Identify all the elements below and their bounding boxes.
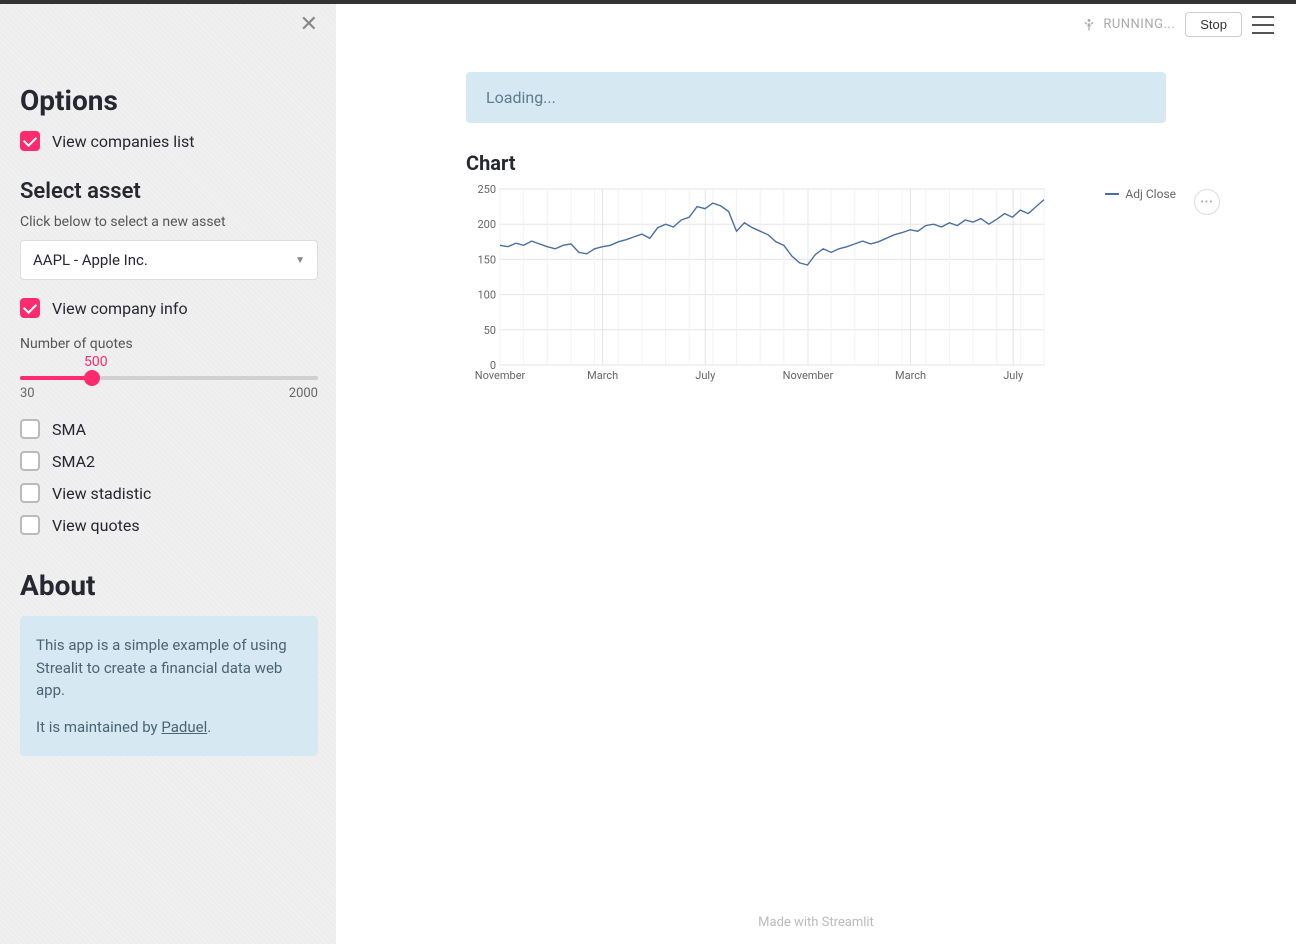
view-stadistic-checkbox[interactable]: View stadistic bbox=[20, 483, 318, 503]
checkbox-label: SMA bbox=[52, 420, 86, 439]
svg-text:150: 150 bbox=[477, 253, 496, 266]
checkbox-label: View company info bbox=[52, 299, 188, 318]
svg-text:July: July bbox=[695, 369, 716, 382]
price-chart: 050100150200250NovemberMarchJulyNovember… bbox=[466, 185, 1046, 385]
asset-select[interactable]: AAPL - Apple Inc. ▼ bbox=[20, 240, 318, 280]
quotes-slider[interactable] bbox=[20, 376, 318, 380]
slider-thumb[interactable] bbox=[84, 370, 100, 386]
view-company-info-checkbox[interactable]: View company info bbox=[20, 298, 318, 318]
chevron-down-icon: ▼ bbox=[295, 255, 305, 266]
checkbox-icon bbox=[20, 298, 40, 318]
svg-text:250: 250 bbox=[477, 185, 496, 196]
svg-text:100: 100 bbox=[477, 289, 496, 302]
running-label: RUNNING... bbox=[1103, 17, 1175, 32]
slider-fill bbox=[20, 376, 92, 380]
hamburger-menu-icon[interactable] bbox=[1252, 16, 1274, 34]
svg-text:November: November bbox=[783, 369, 834, 382]
running-status: RUNNING... bbox=[1081, 17, 1175, 33]
running-icon bbox=[1081, 17, 1097, 33]
checkbox-icon bbox=[20, 451, 40, 471]
checkbox-icon bbox=[20, 419, 40, 439]
svg-text:July: July bbox=[1003, 369, 1024, 382]
checkbox-label: View quotes bbox=[52, 516, 140, 535]
main-content: RUNNING... Stop Loading... Chart 0501001… bbox=[336, 4, 1296, 944]
slider-range: 30 2000 bbox=[20, 386, 318, 401]
slider-min: 30 bbox=[20, 386, 35, 401]
about-heading: About bbox=[20, 569, 318, 602]
select-asset-sublabel: Click below to select a new asset bbox=[20, 214, 318, 230]
options-heading: Options bbox=[20, 84, 318, 117]
checkbox-icon bbox=[20, 515, 40, 535]
svg-text:50: 50 bbox=[484, 324, 496, 337]
slider-max: 2000 bbox=[289, 386, 318, 401]
about-link[interactable]: Paduel bbox=[161, 718, 207, 736]
sma-checkbox[interactable]: SMA bbox=[20, 419, 318, 439]
close-icon[interactable]: ✕ bbox=[300, 12, 318, 37]
asset-select-value: AAPL - Apple Inc. bbox=[33, 251, 148, 269]
stop-button[interactable]: Stop bbox=[1185, 12, 1242, 37]
checkbox-icon bbox=[20, 483, 40, 503]
chart-legend: Adj Close bbox=[1105, 187, 1176, 201]
checkbox-label: SMA2 bbox=[52, 452, 95, 471]
checkbox-label: View companies list bbox=[52, 132, 194, 151]
legend-label: Adj Close bbox=[1125, 187, 1176, 201]
about-box: This app is a simple example of using St… bbox=[20, 616, 318, 756]
quotes-slider-label: Number of quotes bbox=[20, 336, 318, 352]
chart-more-button[interactable]: ••• bbox=[1194, 189, 1220, 215]
chart-container: 050100150200250NovemberMarchJulyNovember… bbox=[466, 185, 1166, 385]
svg-text:200: 200 bbox=[477, 218, 496, 231]
sma2-checkbox[interactable]: SMA2 bbox=[20, 451, 318, 471]
view-companies-checkbox[interactable]: View companies list bbox=[20, 131, 318, 151]
select-asset-heading: Select asset bbox=[20, 179, 318, 204]
about-text-2: It is maintained by Paduel. bbox=[36, 716, 302, 739]
svg-text:November: November bbox=[475, 369, 526, 382]
svg-text:March: March bbox=[587, 369, 618, 382]
about-text-1: This app is a simple example of using St… bbox=[36, 634, 302, 702]
sidebar: ✕ Options View companies list Select ass… bbox=[0, 4, 336, 944]
checkbox-icon bbox=[20, 131, 40, 151]
loading-banner: Loading... bbox=[466, 72, 1166, 123]
view-quotes-checkbox[interactable]: View quotes bbox=[20, 515, 318, 535]
checkbox-label: View stadistic bbox=[52, 484, 151, 503]
footer-text: Made with Streamlit bbox=[758, 915, 874, 930]
chart-heading: Chart bbox=[466, 151, 1166, 175]
topbar: RUNNING... Stop bbox=[1081, 12, 1274, 37]
svg-text:March: March bbox=[895, 369, 926, 382]
quotes-slider-value: 500 bbox=[84, 354, 318, 370]
legend-swatch bbox=[1105, 193, 1119, 195]
